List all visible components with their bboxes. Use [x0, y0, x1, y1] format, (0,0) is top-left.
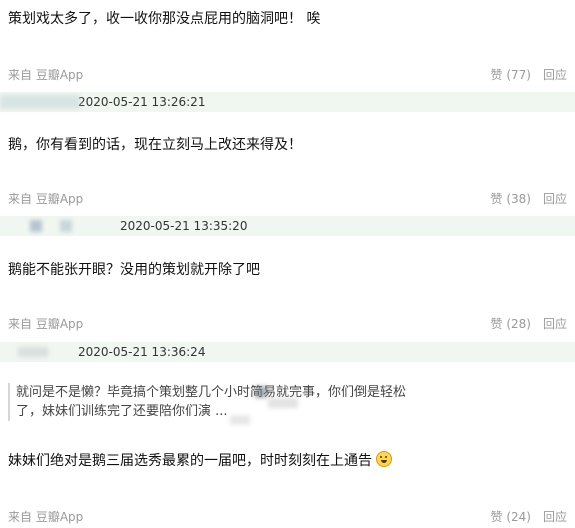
- avatar: [30, 220, 42, 232]
- quote-line: 了，妹妹们训练完了还要陪你们演 ...: [16, 404, 228, 419]
- like-button[interactable]: 赞 (38): [491, 190, 531, 207]
- quote-line: 就问是不是懒？毕竟搞个策划整几个小时简易就完事，你们倒是轻松: [16, 385, 407, 400]
- timestamp: 2020-05-21 13:26:21: [78, 95, 206, 109]
- comment-actions: 赞 (24) 回应: [491, 508, 567, 525]
- reply-button[interactable]: 回应: [543, 315, 567, 332]
- comment-content: 策划戏太多了，收一收你那没点屁用的脑洞吧！ 唉: [8, 11, 321, 27]
- comment-content: 鹅，你有看到的话，现在立刻马上改还来得及！: [8, 137, 302, 153]
- comment-header: 2020-05-21 13:26:21: [0, 92, 575, 112]
- blurred-username: [268, 398, 298, 408]
- reply-button[interactable]: 回应: [543, 190, 567, 207]
- source-label: 来自 豆瓣App: [8, 68, 84, 82]
- blurred-username: [60, 220, 72, 232]
- blurred-text: [230, 415, 250, 425]
- like-button[interactable]: 赞 (28): [491, 315, 531, 332]
- source-label: 来自 豆瓣App: [8, 192, 84, 206]
- quoted-reply: 就问是不是懒？毕竟搞个策划整几个小时简易就完事，你们倒是轻松 了，妹妹们训练完了…: [8, 383, 436, 421]
- comment-content: 妹妹们绝对是鹅三届选秀最累的一届吧，时时刻刻在上通告: [8, 449, 393, 470]
- blurred-avatar: [255, 386, 267, 398]
- like-button[interactable]: 赞 (24): [491, 508, 531, 525]
- blurred-username: [18, 347, 48, 357]
- comment-text: 妹妹们绝对是鹅三届选秀最累的一届吧，时时刻刻在上通告: [8, 453, 372, 469]
- source-label: 来自 豆瓣App: [8, 317, 84, 331]
- source-label: 来自 豆瓣App: [8, 510, 84, 524]
- like-button[interactable]: 赞 (77): [491, 66, 531, 83]
- reply-button[interactable]: 回应: [543, 66, 567, 83]
- comment-header: 2020-05-21 13:36:24: [0, 342, 575, 362]
- comment-actions: 赞 (38) 回应: [491, 190, 567, 207]
- surprised-emoji-icon: [376, 451, 393, 467]
- comment-actions: 赞 (28) 回应: [491, 315, 567, 332]
- reply-button[interactable]: 回应: [543, 508, 567, 525]
- blurred-username: [0, 95, 80, 109]
- timestamp: 2020-05-21 13:36:24: [78, 345, 206, 359]
- comment-content: 鹅能不能张开眼？没用的策划就开除了吧: [8, 262, 260, 278]
- timestamp: 2020-05-21 13:35:20: [120, 219, 248, 233]
- comment-header: 2020-05-21 13:35:20: [0, 216, 575, 236]
- comment-actions: 赞 (77) 回应: [491, 66, 567, 83]
